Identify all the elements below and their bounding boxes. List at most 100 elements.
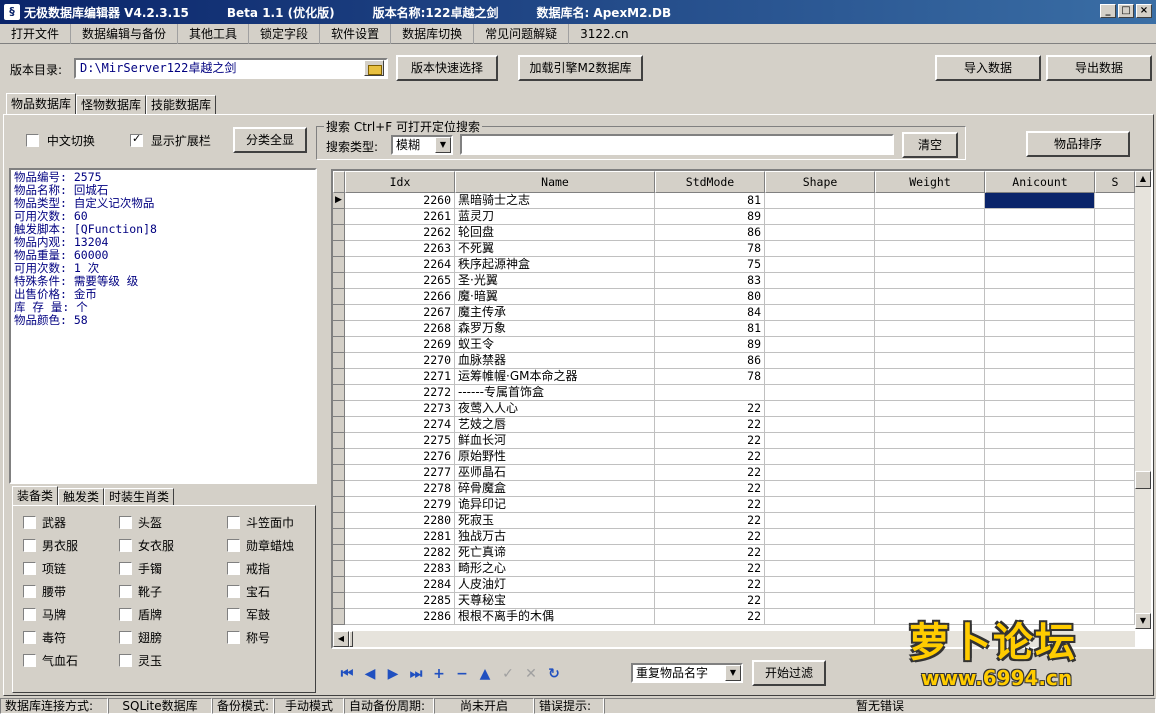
scroll-thumb[interactable] xyxy=(1135,471,1151,489)
cell-empty[interactable] xyxy=(765,417,875,433)
category-checkbox[interactable]: 斗笠面巾 xyxy=(227,514,294,531)
category-checkbox[interactable]: 靴子 xyxy=(119,583,162,600)
cell-empty[interactable] xyxy=(1095,577,1135,593)
cell-name[interactable]: 原始野性 xyxy=(455,449,655,465)
cell-stdmode[interactable]: 86 xyxy=(655,353,765,369)
cell-idx[interactable]: 2280 xyxy=(345,513,455,529)
cell-empty[interactable] xyxy=(1095,417,1135,433)
cell-idx[interactable]: 2270 xyxy=(345,353,455,369)
cell-empty[interactable] xyxy=(1095,529,1135,545)
cell-empty[interactable] xyxy=(875,497,985,513)
table-row[interactable]: 2268 森罗万象 81 xyxy=(333,321,1135,337)
cell-stdmode[interactable]: 22 xyxy=(655,401,765,417)
cell-name[interactable]: 轮回盘 xyxy=(455,225,655,241)
vertical-scrollbar[interactable]: ▲ ▼ xyxy=(1135,171,1151,629)
cell-idx[interactable]: 2266 xyxy=(345,289,455,305)
search-type-select[interactable]: 模糊 ▼ xyxy=(391,135,453,155)
cell-empty[interactable] xyxy=(985,401,1095,417)
table-row[interactable]: 2282 死亡真谛 22 xyxy=(333,545,1135,561)
cell-empty[interactable] xyxy=(765,289,875,305)
cell-empty[interactable] xyxy=(875,289,985,305)
cell-empty[interactable] xyxy=(1095,369,1135,385)
cell-idx[interactable]: 2264 xyxy=(345,257,455,273)
cell-empty[interactable] xyxy=(765,465,875,481)
cell-empty[interactable] xyxy=(765,449,875,465)
cell-name[interactable]: 秩序起源神盒 xyxy=(455,257,655,273)
cell-empty[interactable] xyxy=(985,593,1095,609)
cell-empty[interactable] xyxy=(875,433,985,449)
cell-idx[interactable]: 2286 xyxy=(345,609,455,625)
close-button[interactable]: × xyxy=(1136,4,1152,18)
cell-stdmode[interactable]: 78 xyxy=(655,369,765,385)
scroll-up-button[interactable]: ▲ xyxy=(1135,171,1151,187)
cell-name[interactable]: 碎骨魔盒 xyxy=(455,481,655,497)
table-row[interactable]: 2280 死寂玉 22 xyxy=(333,513,1135,529)
cell-empty[interactable] xyxy=(1095,305,1135,321)
cell-empty[interactable] xyxy=(985,577,1095,593)
cell-stdmode[interactable]: 22 xyxy=(655,433,765,449)
cell-stdmode[interactable]: 22 xyxy=(655,465,765,481)
cell-name[interactable]: 蓝灵刀 xyxy=(455,209,655,225)
column-header[interactable]: Shape xyxy=(765,171,875,193)
cell-idx[interactable]: 2263 xyxy=(345,241,455,257)
cell-empty[interactable] xyxy=(765,369,875,385)
cell-stdmode[interactable]: 22 xyxy=(655,561,765,577)
cell-idx[interactable]: 2277 xyxy=(345,465,455,481)
cell-empty[interactable] xyxy=(1095,193,1135,209)
cell-name[interactable]: 天尊秘宝 xyxy=(455,593,655,609)
cell-empty[interactable] xyxy=(765,577,875,593)
cell-empty[interactable] xyxy=(985,273,1095,289)
cell-idx[interactable]: 2282 xyxy=(345,545,455,561)
cell-empty[interactable] xyxy=(875,385,985,401)
cell-empty[interactable] xyxy=(985,529,1095,545)
cell-empty[interactable] xyxy=(875,513,985,529)
table-row[interactable]: 2274 艺妓之唇 22 xyxy=(333,417,1135,433)
table-row[interactable]: 2263 不死翼 78 xyxy=(333,241,1135,257)
cell-name[interactable]: 根根不离手的木偶 xyxy=(455,609,655,625)
menu-faq[interactable]: 常见问题解疑 xyxy=(474,23,570,44)
category-checkbox[interactable]: 军鼓 xyxy=(227,606,270,623)
cell-empty[interactable] xyxy=(985,321,1095,337)
cell-empty[interactable] xyxy=(875,305,985,321)
cell-empty[interactable] xyxy=(875,273,985,289)
cell-stdmode[interactable]: 22 xyxy=(655,609,765,625)
cell-name[interactable]: 圣·光翼 xyxy=(455,273,655,289)
cell-name[interactable]: 死亡真谛 xyxy=(455,545,655,561)
cell-stdmode[interactable]: 22 xyxy=(655,577,765,593)
refresh-icon[interactable]: ↻ xyxy=(545,665,563,683)
cell-empty[interactable] xyxy=(765,593,875,609)
insert-record-icon[interactable]: + xyxy=(430,665,448,683)
cell-empty[interactable] xyxy=(875,593,985,609)
column-header[interactable]: Weight xyxy=(875,171,985,193)
cell-empty[interactable] xyxy=(765,257,875,273)
cell-empty[interactable] xyxy=(765,337,875,353)
cell-idx[interactable]: 2262 xyxy=(345,225,455,241)
menu-db-switch[interactable]: 数据库切换 xyxy=(391,23,475,44)
category-checkbox[interactable]: 男衣服 xyxy=(23,537,78,554)
cell-empty[interactable] xyxy=(875,577,985,593)
column-header[interactable]: Anicount xyxy=(985,171,1095,193)
cell-empty[interactable] xyxy=(985,241,1095,257)
last-record-icon[interactable]: ⏭ xyxy=(407,665,425,683)
cell-name[interactable]: ------专属首饰盒 xyxy=(455,385,655,401)
table-row[interactable]: 2269 蚁王令 89 xyxy=(333,337,1135,353)
cell-name[interactable]: 巫师晶石 xyxy=(455,465,655,481)
table-row[interactable]: 2277 巫师晶石 22 xyxy=(333,465,1135,481)
category-checkbox[interactable]: 马牌 xyxy=(23,606,66,623)
cell-stdmode[interactable]: 75 xyxy=(655,257,765,273)
cell-empty[interactable] xyxy=(875,401,985,417)
cell-idx[interactable]: 2272 xyxy=(345,385,455,401)
cell-empty[interactable] xyxy=(1095,401,1135,417)
cell-stdmode[interactable]: 22 xyxy=(655,545,765,561)
cell-empty[interactable] xyxy=(765,353,875,369)
cell-idx[interactable]: 2276 xyxy=(345,449,455,465)
cell-empty[interactable] xyxy=(765,305,875,321)
cell-empty[interactable] xyxy=(1095,257,1135,273)
cell-empty[interactable] xyxy=(1095,241,1135,257)
cell-empty[interactable] xyxy=(765,561,875,577)
item-sort-button[interactable]: 物品排序 xyxy=(1026,131,1130,157)
cell-empty[interactable] xyxy=(1095,353,1135,369)
cell-empty[interactable] xyxy=(1095,337,1135,353)
cell-empty[interactable] xyxy=(1095,481,1135,497)
cell-name[interactable]: 血脉禁器 xyxy=(455,353,655,369)
